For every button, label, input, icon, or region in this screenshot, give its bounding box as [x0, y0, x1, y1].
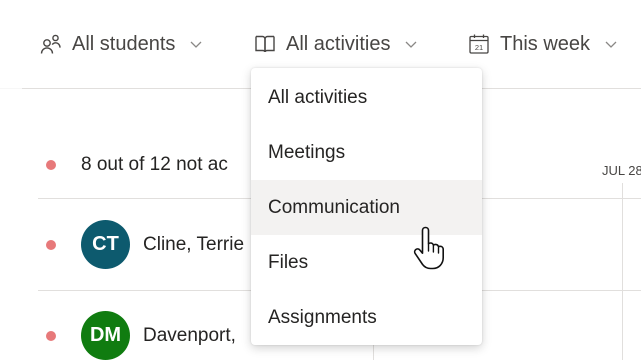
menu-item-meetings[interactable]: Meetings: [251, 125, 482, 180]
app-page: All students All activities 21 This week…: [0, 0, 641, 360]
menu-item-assignments[interactable]: Assignments: [251, 290, 482, 345]
student-name: Davenport,: [143, 325, 236, 346]
timeline-date-label: JUL 28: [602, 163, 641, 178]
calendar-icon: 21: [466, 31, 492, 57]
students-filter-label: All students: [72, 32, 176, 55]
avatar: DM: [81, 311, 130, 360]
chevron-down-icon: [605, 41, 617, 48]
status-dot: [46, 160, 56, 170]
people-icon: [38, 31, 64, 57]
week-filter[interactable]: 21 This week: [466, 31, 618, 57]
student-name: Cline, Terrie: [143, 234, 245, 255]
activities-filter[interactable]: All activities: [252, 31, 418, 57]
activities-filter-label: All activities: [286, 32, 391, 55]
calendar-day-number: 21: [475, 43, 483, 52]
book-icon: [252, 31, 278, 57]
menu-item-files[interactable]: Files: [251, 235, 482, 290]
status-dot: [46, 331, 56, 341]
hand-pointer-icon: [413, 226, 444, 270]
chevron-down-icon: [406, 41, 417, 48]
status-dot: [46, 240, 56, 250]
chevron-down-icon: [190, 41, 202, 48]
students-filter[interactable]: All students: [38, 31, 203, 57]
menu-item-communication[interactable]: Communication: [251, 180, 482, 235]
summary-text: 8 out of 12 not ac: [81, 154, 228, 175]
activities-dropdown-menu: All activities Meetings Communication Fi…: [251, 68, 482, 345]
avatar: CT: [81, 220, 130, 269]
menu-item-all-activities[interactable]: All activities: [251, 70, 482, 125]
week-filter-label: This week: [500, 32, 591, 55]
